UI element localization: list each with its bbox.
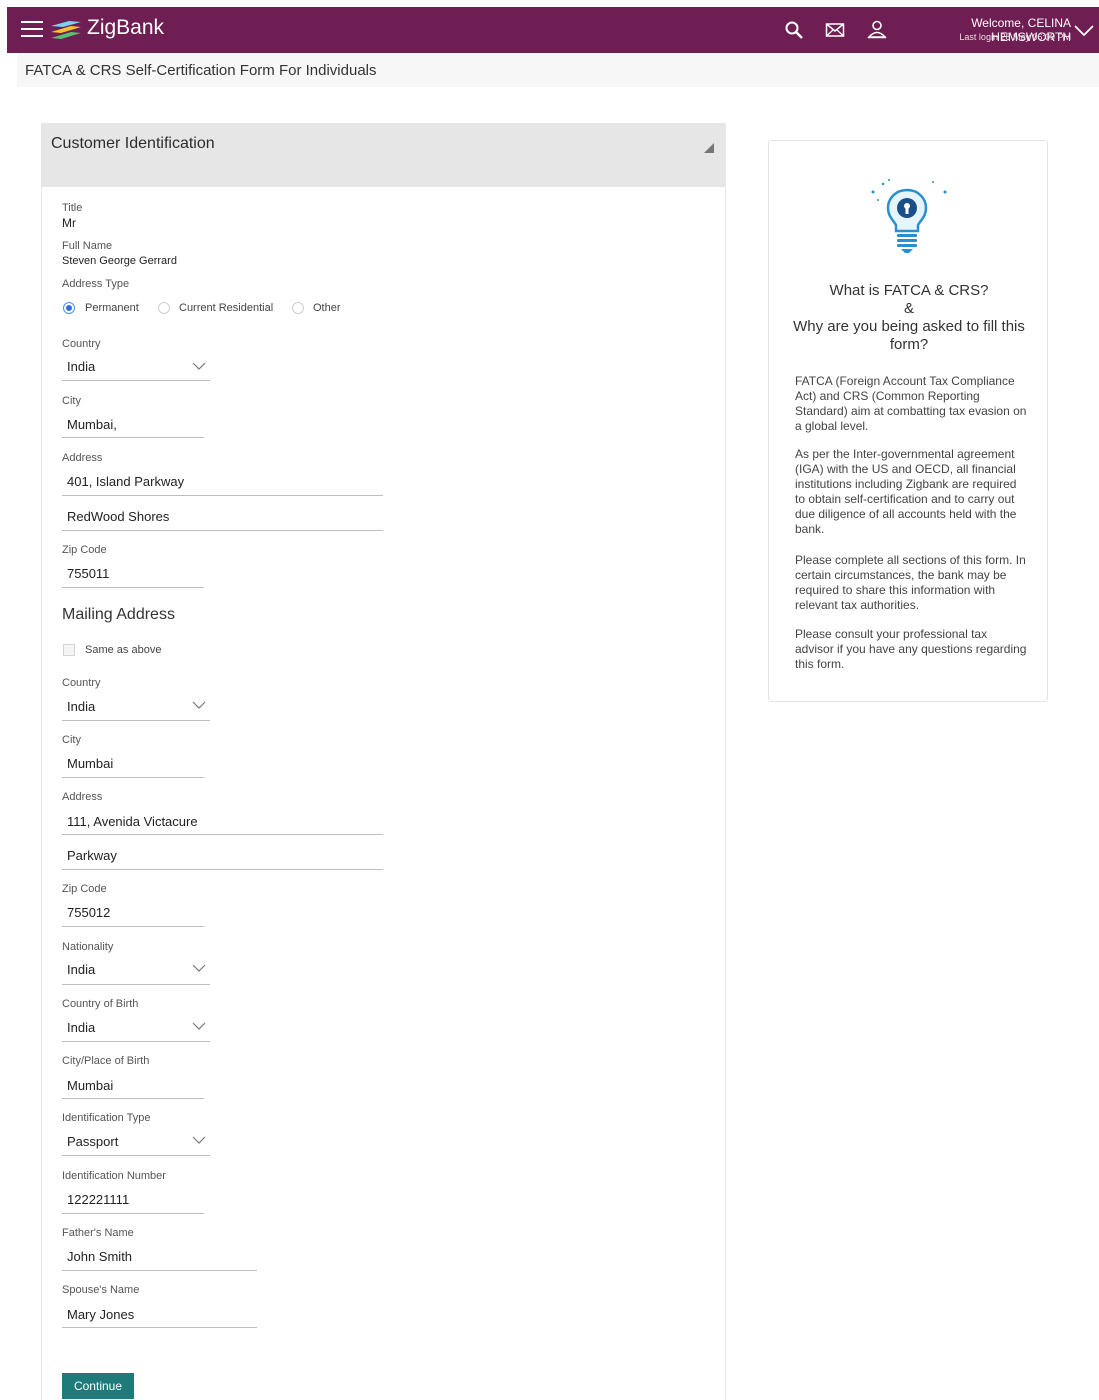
mailing-country-label: Country <box>62 677 101 689</box>
chevron-down-icon <box>192 1136 206 1144</box>
mailing-city-value: Mumbai <box>67 756 114 771</box>
chevron-down-icon <box>192 1022 206 1030</box>
collapse-icon[interactable] <box>704 143 714 153</box>
info-paragraph-2: As per the Inter-governmental agreement … <box>795 447 1017 536</box>
info-heading: What is FATCA & CRS? & Why are you being… <box>770 282 1048 354</box>
same-as-above-checkbox[interactable] <box>63 644 75 656</box>
id-number-label: Identification Number <box>62 1170 166 1182</box>
father-name-value: John Smith <box>67 1249 133 1264</box>
id-type-underline <box>62 1155 210 1156</box>
section-header[interactable] <box>41 123 725 187</box>
chevron-down-icon <box>192 362 206 370</box>
id-type-value: Passport <box>67 1134 119 1149</box>
last-login-text: Last login 28 May 06:09 PM <box>959 32 1071 42</box>
mailing-zip-value: 755012 <box>67 905 111 920</box>
address-line1-underline <box>62 495 383 496</box>
address-line1-value: 401, Island Parkway <box>67 474 185 489</box>
city-underline <box>62 437 204 438</box>
spouse-name-underline <box>62 1327 257 1328</box>
radio-current-residential[interactable] <box>158 302 170 314</box>
lightbulb-lock-icon <box>871 179 947 253</box>
zip-underline <box>62 587 204 588</box>
city-of-birth-value: Mumbai <box>67 1078 114 1093</box>
zip-label: Zip Code <box>62 544 107 556</box>
city-value: Mumbai, <box>67 417 117 432</box>
city-of-birth-label: City/Place of Birth <box>62 1055 150 1067</box>
radio-current-residential-label[interactable]: Current Residential <box>179 302 273 314</box>
info-heading-line3: Why are you being asked to fill this for… <box>793 318 1025 353</box>
id-number-underline <box>62 1213 204 1214</box>
info-paragraph-3: Please complete all sections of this for… <box>795 553 1026 612</box>
address-type-label: Address Type <box>62 278 130 290</box>
zip-value: 755011 <box>67 566 110 581</box>
mailing-address-line2-underline <box>62 869 383 870</box>
mailing-zip-label: Zip Code <box>62 883 107 895</box>
father-name-label: Father's Name <box>62 1227 134 1239</box>
mailing-country-underline <box>62 720 210 721</box>
address-line2-value: RedWood Shores <box>67 509 170 524</box>
chevron-down-icon <box>192 964 206 972</box>
chevron-down-icon[interactable] <box>1073 21 1095 39</box>
continue-button[interactable]: Continue <box>62 1373 134 1399</box>
nationality-value: India <box>67 962 96 977</box>
country-of-birth-underline <box>62 1041 210 1042</box>
country-value: India <box>67 359 96 374</box>
menu-icon[interactable] <box>21 20 43 38</box>
city-of-birth-underline <box>62 1098 204 1099</box>
country-label: Country <box>62 338 101 350</box>
user-icon[interactable] <box>867 19 887 39</box>
same-as-above-label[interactable]: Same as above <box>85 644 161 656</box>
radio-permanent[interactable] <box>63 302 75 314</box>
country-underline <box>62 380 210 381</box>
brand-name[interactable]: ZigBank <box>87 16 164 40</box>
spouse-name-label: Spouse's Name <box>62 1284 140 1296</box>
radio-other[interactable] <box>292 302 304 314</box>
info-heading-line1: What is FATCA & CRS? <box>829 282 989 299</box>
address-label: Address <box>62 452 103 464</box>
mailing-address-line2-value: Parkway <box>67 848 117 863</box>
info-paragraph-1: FATCA (Foreign Account Tax Compliance Ac… <box>795 374 1027 433</box>
country-of-birth-value: India <box>67 1020 96 1035</box>
chevron-down-icon <box>192 701 206 709</box>
mailing-address-line1-underline <box>62 834 383 835</box>
radio-other-label[interactable]: Other <box>313 302 341 314</box>
section-title: Customer Identification <box>51 135 215 152</box>
info-paragraph-4: Please consult your professional tax adv… <box>795 627 1027 671</box>
title-label: Title <box>62 202 83 214</box>
mailing-address-line1-value: 111, Avenida Victacure <box>67 814 198 829</box>
mail-icon[interactable] <box>825 21 845 39</box>
full-name-value: Steven George Gerrard <box>62 255 177 267</box>
search-icon[interactable] <box>784 20 804 40</box>
father-name-underline <box>62 1270 257 1271</box>
radio-permanent-label[interactable]: Permanent <box>85 302 139 314</box>
mailing-address-heading: Mailing Address <box>62 606 175 623</box>
zigbank-logo-icon <box>51 21 81 39</box>
mailing-zip-underline <box>62 926 204 927</box>
mailing-city-label: City <box>62 734 81 746</box>
nationality-underline <box>62 984 210 985</box>
mailing-country-value: India <box>67 699 96 714</box>
spouse-name-value: Mary Jones <box>67 1307 135 1322</box>
id-number-value: 122221111 <box>67 1192 130 1207</box>
title-value: Mr <box>62 216 76 230</box>
nationality-label: Nationality <box>62 941 114 953</box>
full-name-label: Full Name <box>62 240 113 252</box>
info-heading-line2: & <box>903 300 914 317</box>
top-navigation-bar: ZigBank Welcome, CELINA HEMSWORTH Last l… <box>7 7 1099 53</box>
id-type-label: Identification Type <box>62 1112 151 1124</box>
page-title: FATCA & CRS Self-Certification Form For … <box>25 62 377 79</box>
mailing-address-label: Address <box>62 791 103 803</box>
country-of-birth-label: Country of Birth <box>62 998 139 1010</box>
address-line2-underline <box>62 530 383 531</box>
city-label: City <box>62 395 81 407</box>
mailing-city-underline <box>62 777 204 778</box>
